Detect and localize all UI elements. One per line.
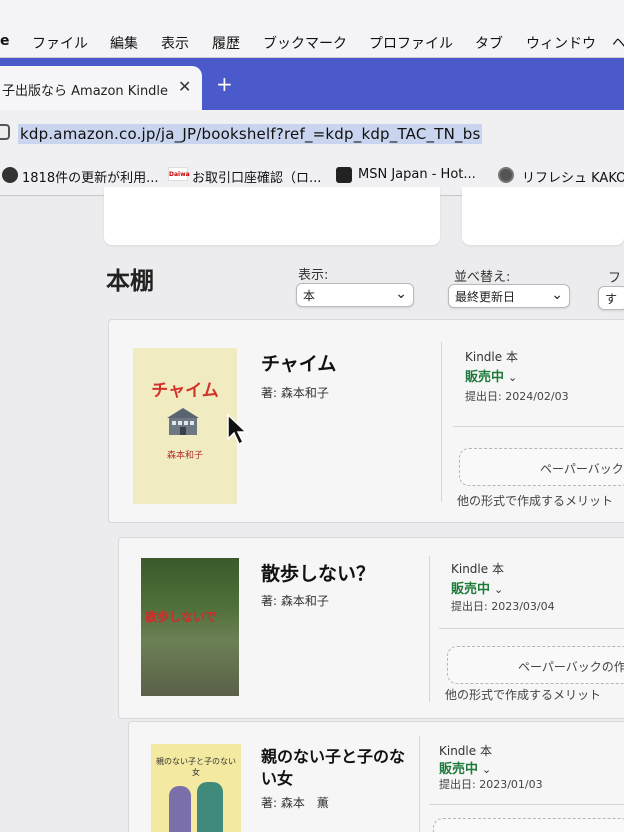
menu-bar: e ファイル 編集 表示 履歴 ブックマーク プロファイル タブ ウィンドウ ヘ: [0, 0, 624, 58]
chevron-down-icon: ⌄: [482, 763, 492, 776]
book-title[interactable]: 親のない子と子のない女: [261, 746, 407, 790]
view-label: 表示:: [298, 268, 329, 283]
book-card: 親のない子と子のない女 親のない子と子のない女 著: 森本 薫 Kindle 本…: [128, 721, 624, 832]
row-divider: [429, 804, 624, 805]
menu-tab[interactable]: タブ: [475, 33, 503, 53]
top-card-right: [462, 187, 624, 245]
book-author: 著: 森本和子: [261, 386, 329, 400]
mouse-pointer-icon: [227, 413, 248, 446]
sort-select-value: 最終更新日: [455, 290, 516, 304]
status-text: 販売中: [465, 370, 505, 385]
address-bar: kdp.amazon.co.jp/ja_JP/bookshelf?ref_=kd…: [0, 110, 624, 156]
menu-profile[interactable]: プロファイル: [369, 33, 453, 53]
bookmark-updates[interactable]: 1818件の更新が利用...: [22, 167, 158, 186]
bookmark-daiwa[interactable]: お取引口座確認（ロ...: [192, 167, 321, 186]
create-paperback-button[interactable]: ペーパーバックの作: [447, 646, 624, 684]
menu-view[interactable]: 表示: [161, 33, 189, 53]
menu-app[interactable]: e: [0, 33, 10, 49]
bookmark-wordpress[interactable]: リフレシュ KAKO: [522, 167, 624, 186]
book-title[interactable]: 散歩しない？: [261, 562, 375, 586]
bookmark-msn[interactable]: MSN Japan - Hot...: [358, 167, 476, 182]
row-divider: [453, 426, 624, 427]
tab-title: 子出版なら Amazon Kindle ダ: [2, 84, 172, 99]
status-badge[interactable]: 販売中 ⌄: [451, 578, 503, 597]
sort-label: 並べ替え:: [454, 270, 511, 285]
create-paperback-button[interactable]: [433, 818, 624, 832]
wordpress-icon: [498, 167, 514, 183]
cover-title: 散歩しないで: [145, 610, 217, 624]
menu-edit[interactable]: 編集: [110, 33, 138, 53]
book-cover[interactable]: チャイム 森本和子: [133, 348, 237, 504]
submitted-date: 提出日: 2024/02/03: [465, 390, 569, 403]
chevron-down-icon: ⌄: [494, 583, 504, 596]
format-label: Kindle 本: [451, 562, 504, 576]
bookshelf-page: 本棚 表示: 本 ⌄ 並べ替え: 最終更新日 ⌄ フ す チャイム 森本和子 チ…: [0, 187, 624, 832]
other-formats-link[interactable]: 他の形式で作成するメリット: [445, 686, 601, 703]
cover-title: 親のない子と子のない女: [156, 757, 236, 777]
browser-tab-active[interactable]: 子出版なら Amazon Kindle ダ ✕: [0, 66, 202, 110]
book-author: 著: 森本 薫: [261, 796, 329, 810]
book-card: 散歩しないで 散歩しない？ 著: 森本和子 Kindle 本 販売中 ⌄ 提出日:…: [118, 537, 624, 719]
row-divider: [439, 628, 624, 629]
chevron-down-icon: ⌄: [395, 286, 407, 302]
new-tab-button[interactable]: +: [216, 72, 233, 96]
url-input[interactable]: kdp.amazon.co.jp/ja_JP/bookshelf?ref_=kd…: [18, 124, 483, 144]
view-select[interactable]: 本 ⌄: [296, 283, 414, 307]
chevron-down-icon: ⌄: [508, 371, 518, 384]
top-card-left: [104, 187, 440, 245]
other-formats-link[interactable]: 他の形式で作成するメリット: [457, 492, 613, 509]
cover-figure: [197, 782, 223, 832]
submitted-date: 提出日: 2023/03/04: [451, 600, 555, 613]
status-badge[interactable]: 販売中 ⌄: [439, 758, 491, 777]
status-text: 販売中: [439, 762, 479, 777]
cover-author: 森本和子: [166, 451, 203, 461]
sort-select[interactable]: 最終更新日 ⌄: [448, 284, 570, 308]
column-divider: [419, 736, 420, 832]
site-info-icon[interactable]: [0, 124, 10, 140]
menu-file[interactable]: ファイル: [32, 33, 88, 53]
cover-figure: [169, 786, 191, 832]
filter-select[interactable]: す: [598, 286, 624, 310]
cover-title: チャイム: [151, 381, 219, 401]
status-badge[interactable]: 販売中 ⌄: [465, 366, 517, 385]
filter-select-value: す: [605, 292, 618, 306]
column-divider: [441, 342, 442, 502]
menu-bookmarks[interactable]: ブックマーク: [263, 33, 347, 53]
create-paperback-button[interactable]: ペーパーバック: [459, 448, 624, 486]
close-tab-icon[interactable]: ✕: [178, 77, 191, 96]
globe-icon: [2, 167, 18, 183]
school-building-icon: [167, 408, 199, 435]
filter-label: フ: [608, 271, 622, 286]
status-text: 販売中: [451, 582, 491, 597]
book-cover[interactable]: 親のない子と子のない女: [151, 744, 241, 832]
page-title: 本棚: [106, 267, 154, 295]
book-author: 著: 森本和子: [261, 594, 329, 608]
view-select-value: 本: [303, 289, 316, 303]
column-divider: [429, 556, 430, 702]
menu-window[interactable]: ウィンドウ: [526, 33, 596, 53]
book-card: チャイム 森本和子 チャイム 著: 森本和子 Kindle 本 販売中 ⌄ 提出日…: [108, 319, 624, 523]
chevron-down-icon: ⌄: [551, 287, 563, 303]
submitted-date: 提出日: 2023/01/03: [439, 778, 543, 791]
daiwa-icon: Daiwa: [168, 167, 190, 181]
format-label: Kindle 本: [439, 744, 492, 758]
tab-strip: 子出版なら Amazon Kindle ダ ✕ +: [0, 58, 624, 110]
book-cover[interactable]: 散歩しないで: [141, 558, 239, 696]
format-label: Kindle 本: [465, 350, 518, 364]
menu-help[interactable]: ヘ: [612, 33, 624, 53]
msn-icon: [336, 167, 352, 183]
book-title[interactable]: チャイム: [261, 352, 336, 376]
menu-history[interactable]: 履歴: [212, 33, 240, 53]
